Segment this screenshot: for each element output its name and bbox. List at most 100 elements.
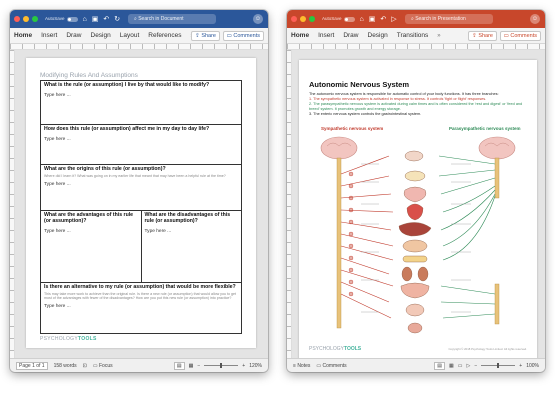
document-canvas[interactable]: Modifying Rules And Assumptions What is … xyxy=(10,50,268,358)
parasympathetic-label: Parasympathetic nervous system xyxy=(449,126,521,131)
question-4a: What are the advantages of this rule (or… xyxy=(44,212,134,224)
question-1: What is the rule (or assumption) I live … xyxy=(44,82,210,88)
tab-design[interactable]: Design xyxy=(368,32,388,39)
word-window: AutoSave ⌂ ▣ ↶ ↻ ⌕ Search in Document ☺ … xyxy=(10,10,268,372)
question-5-hint: This may take more work to achieve than … xyxy=(44,291,236,301)
disadvantages-cell: What are the disadvantages of this rule … xyxy=(142,211,242,282)
word-count[interactable]: 158 words xyxy=(54,363,77,369)
worksheet-table: What is the rule (or assumption) I live … xyxy=(40,80,242,334)
zoom-level[interactable]: 120% xyxy=(249,363,262,369)
account-icon[interactable]: ☺ xyxy=(253,14,263,24)
zoom-slider[interactable] xyxy=(204,363,239,368)
zoom-in-icon[interactable]: + xyxy=(519,363,522,369)
autosave-toggle[interactable] xyxy=(66,16,78,22)
proofing-icon[interactable]: ⊡ xyxy=(83,363,87,369)
normal-view-icon[interactable]: ▤ xyxy=(434,361,446,370)
psychology-tools-logo: PSYCHOLOGYTOOLS xyxy=(309,346,362,352)
copyright-text: Copyright © 2018 Psychology Tools Limite… xyxy=(448,347,528,351)
autosave-toggle[interactable] xyxy=(343,16,355,22)
vertical-ruler[interactable] xyxy=(287,50,292,358)
page-count[interactable]: Page 1 of 1 xyxy=(16,361,48,370)
close-button[interactable] xyxy=(14,16,20,22)
heart-organ xyxy=(406,203,424,221)
undo-icon[interactable]: ↶ xyxy=(380,16,386,23)
question-cell: What are the origins of this rule (or as… xyxy=(41,165,241,211)
present-icon[interactable]: ▷ xyxy=(391,16,396,23)
bullet-enteric: 3. The enteric nervous system controls t… xyxy=(309,111,422,116)
tab-home[interactable]: Home xyxy=(291,32,309,39)
close-button[interactable] xyxy=(291,16,297,22)
bladder-organ xyxy=(405,303,425,317)
answer-field-4a[interactable]: Type here ... xyxy=(44,229,138,234)
notes-button[interactable]: ≡ Notes xyxy=(293,363,310,369)
share-button[interactable]: ⇪ Share xyxy=(191,31,220,41)
powerpoint-window: AutoSave ⌂ ▣ ↶ ▷ ⌕ Search in Presentatio… xyxy=(287,10,545,372)
save-icon[interactable]: ▣ xyxy=(92,16,99,23)
answer-field-1[interactable]: Type here ... xyxy=(44,93,238,98)
kidney-organ xyxy=(401,266,413,282)
web-layout-icon[interactable]: ▦ xyxy=(189,363,194,369)
print-layout-icon[interactable]: ▤ xyxy=(173,361,185,370)
zoom-level[interactable]: 100% xyxy=(526,363,539,369)
answer-field-3[interactable]: Type here ... xyxy=(44,182,238,187)
tab-design[interactable]: Design xyxy=(91,32,111,39)
search-input[interactable]: ⌕ Search in Presentation xyxy=(405,14,493,24)
question-cell: Is there an alternative to my rule (or a… xyxy=(41,283,241,333)
tab-home[interactable]: Home xyxy=(14,32,32,39)
question-3-hint: Where did I learn it? What was going on … xyxy=(44,173,226,178)
zoom-out-icon[interactable]: − xyxy=(474,363,477,369)
ppt-ribbon: Home Insert Draw Design Transitions » ⇪ … xyxy=(287,28,545,44)
undo-icon[interactable]: ↶ xyxy=(103,16,109,23)
comments-button[interactable]: ▭ Comments xyxy=(222,31,264,41)
more-tabs-icon[interactable]: » xyxy=(437,33,440,39)
question-4b: What are the disadvantages of this rule … xyxy=(144,212,231,224)
zoom-slider[interactable] xyxy=(481,363,516,368)
ppt-statusbar: ≡ Notes ▭ Comments ▤ ▦ ▭ ▷ − + 100% xyxy=(287,358,545,372)
zoom-in-icon[interactable]: + xyxy=(242,363,245,369)
sympathetic-label: Sympathetic nervous system xyxy=(321,126,384,131)
tab-references[interactable]: References xyxy=(148,32,181,39)
autosave-label: AutoSave xyxy=(45,16,78,22)
tab-transitions[interactable]: Transitions xyxy=(397,32,429,39)
nervous-system-diagram xyxy=(320,136,516,334)
minimize-button[interactable] xyxy=(23,16,29,22)
brain-right-image xyxy=(478,136,516,160)
comments-button[interactable]: ▭ Comments xyxy=(499,31,541,41)
advantages-row: What are the advantages of this rule (or… xyxy=(41,211,241,283)
reading-view-icon[interactable]: ▭ xyxy=(458,363,463,369)
answer-field-4b[interactable]: Type here ... xyxy=(145,229,239,234)
vertical-ruler[interactable] xyxy=(10,50,15,358)
slide[interactable]: Autonomic Nervous System The autonomic n… xyxy=(299,60,537,358)
comments-status-button[interactable]: ▭ Comments xyxy=(316,363,346,369)
account-icon[interactable]: ☺ xyxy=(530,14,540,24)
autosave-label: AutoSave xyxy=(322,16,355,22)
question-2: How does this rule (or assumption) affec… xyxy=(44,126,210,132)
tab-insert[interactable]: Insert xyxy=(41,32,57,39)
document-page[interactable]: Modifying Rules And Assumptions What is … xyxy=(26,58,256,348)
search-input[interactable]: ⌕ Search in Document xyxy=(128,14,216,24)
redo-icon[interactable]: ↻ xyxy=(114,16,120,23)
word-ribbon: Home Insert Draw Design Layout Reference… xyxy=(10,28,268,44)
zoom-out-icon[interactable]: − xyxy=(197,363,200,369)
answer-field-2[interactable]: Type here ... xyxy=(44,137,238,142)
stomach-organ xyxy=(402,239,428,253)
home-icon[interactable]: ⌂ xyxy=(83,16,87,23)
share-button[interactable]: ⇪ Share xyxy=(468,31,497,41)
salivary-gland-organ xyxy=(404,170,426,182)
answer-field-5[interactable]: Type here ... xyxy=(44,304,238,309)
zoom-button[interactable] xyxy=(32,16,38,22)
tab-insert[interactable]: Insert xyxy=(318,32,334,39)
home-icon[interactable]: ⌂ xyxy=(360,16,364,23)
tab-draw[interactable]: Draw xyxy=(343,32,358,39)
slideshow-icon[interactable]: ▷ xyxy=(467,363,471,369)
minimize-button[interactable] xyxy=(300,16,306,22)
slide-title: Autonomic Nervous System xyxy=(309,80,410,89)
zoom-button[interactable] xyxy=(309,16,315,22)
save-icon[interactable]: ▣ xyxy=(369,16,376,23)
slide-canvas[interactable]: Autonomic Nervous System The autonomic n… xyxy=(287,50,545,358)
question-cell: What is the rule (or assumption) I live … xyxy=(41,81,241,125)
tab-layout[interactable]: Layout xyxy=(120,32,140,39)
tab-draw[interactable]: Draw xyxy=(66,32,81,39)
focus-button[interactable]: ▭ Focus xyxy=(93,363,113,369)
slide-sorter-icon[interactable]: ▦ xyxy=(449,363,454,369)
